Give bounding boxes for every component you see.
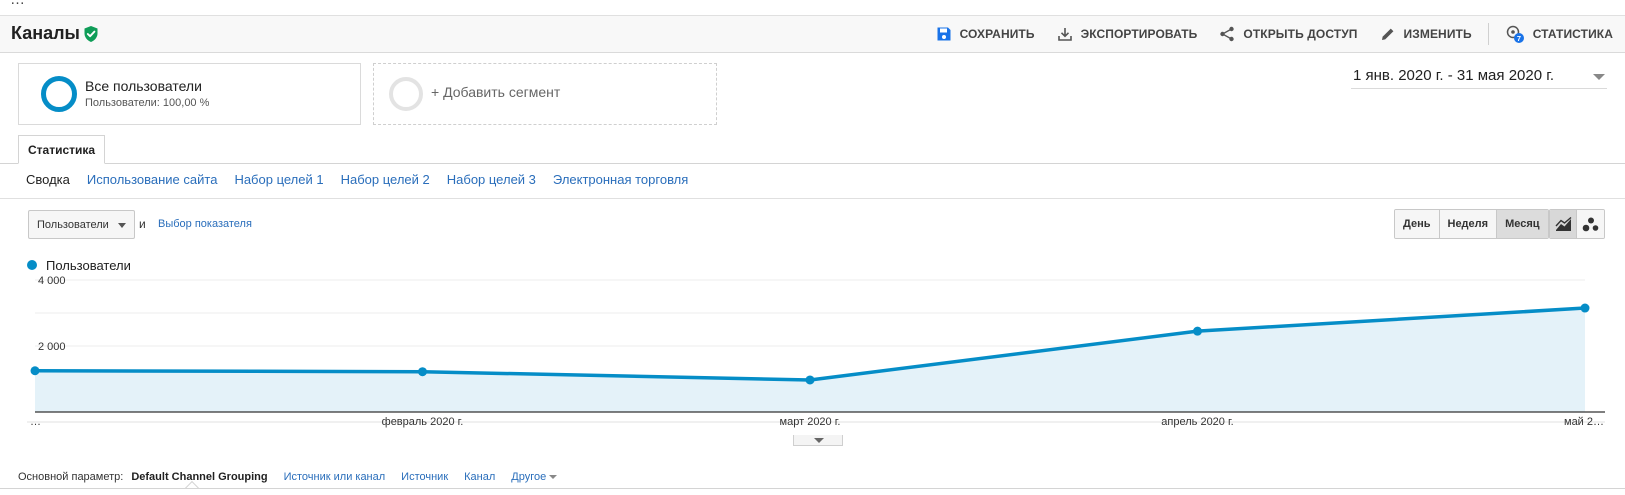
line-chart-icon xyxy=(1554,216,1571,231)
subnav-goal-set-1[interactable]: Набор целей 1 xyxy=(234,172,323,192)
verified-shield-icon xyxy=(84,26,98,42)
y-tick-label: 4 000 xyxy=(38,275,66,287)
insights-icon: 7 xyxy=(1506,25,1524,43)
period-toggle: День Неделя Месяц xyxy=(1394,209,1549,239)
insights-button[interactable]: 7 СТАТИСТИКА xyxy=(1505,24,1613,44)
x-tick-label: февраль 2020 г. xyxy=(382,416,464,428)
subnav-goal-set-3[interactable]: Набор целей 3 xyxy=(447,172,536,192)
subnav-ecommerce[interactable]: Электронная торговля xyxy=(553,172,688,192)
data-point[interactable] xyxy=(30,366,40,376)
segment-name: Все пользователи xyxy=(85,78,202,94)
period-month-button[interactable]: Месяц xyxy=(1497,210,1548,238)
x-tick-label: апрель 2020 г. xyxy=(1161,416,1233,428)
save-button[interactable]: СОХРАНИТЬ xyxy=(936,26,1035,42)
report-subnav: Сводка Использование сайта Набор целей 1… xyxy=(26,172,705,192)
dimension-other-dropdown[interactable]: Другое xyxy=(511,471,558,483)
empty-segment-ring-icon xyxy=(389,77,423,111)
motion-chart-icon xyxy=(1582,217,1599,231)
x-tick-label: … xyxy=(30,416,41,428)
header-actions: СОХРАНИТЬ ЭКСПОРТИРОВАТЬ ОТКРЫТЬ ДОСТУП … xyxy=(914,16,1613,52)
chevron-down-icon xyxy=(1593,74,1605,80)
save-icon xyxy=(937,27,951,41)
primary-dimension-bar: Основной параметр: Default Channel Group… xyxy=(18,468,573,486)
subnav-divider xyxy=(0,198,1625,199)
chevron-down-icon xyxy=(549,475,558,480)
dimension-medium[interactable]: Канал xyxy=(464,471,495,483)
add-segment-button[interactable]: + Добавить сегмент xyxy=(373,63,717,125)
metric-dropdown[interactable]: Пользователи xyxy=(28,210,135,239)
share-button[interactable]: ОТКРЫТЬ ДОСТУП xyxy=(1219,26,1357,42)
users-line-chart: 2 000 4 000 … февраль 2020 г. март 2020 г. ап… xyxy=(27,275,1605,428)
tab-statistics[interactable]: Статистика xyxy=(18,135,106,164)
date-range-picker[interactable]: 1 янв. 2020 г. - 31 мая 2020 г. xyxy=(1351,65,1607,89)
dimension-current: Default Channel Grouping xyxy=(131,471,268,483)
data-point[interactable] xyxy=(1193,326,1202,336)
share-icon xyxy=(1220,26,1235,42)
chart-resize-handle[interactable] xyxy=(793,435,843,446)
chevron-down-icon xyxy=(814,438,824,443)
pick-metric-link[interactable]: Выбор показателя xyxy=(158,218,252,230)
x-tick-label: март 2020 г. xyxy=(780,416,841,428)
and-label: и xyxy=(139,217,146,231)
dimension-source-medium[interactable]: Источник или канал xyxy=(284,471,386,483)
subnav-goal-set-2[interactable]: Набор целей 2 xyxy=(341,172,430,192)
actions-divider xyxy=(1487,23,1489,45)
data-point[interactable] xyxy=(805,375,815,385)
edit-button[interactable]: ИЗМЕНИТЬ xyxy=(1380,26,1472,42)
chart-view-toggle xyxy=(1549,209,1605,239)
data-point[interactable] xyxy=(1580,303,1590,313)
line-chart-button[interactable] xyxy=(1550,210,1577,238)
chevron-down-icon xyxy=(118,223,126,228)
segment-share: Пользователи: 100,00 % xyxy=(85,97,210,109)
data-point[interactable] xyxy=(418,367,427,377)
primary-dimension-label: Основной параметр: xyxy=(18,471,124,483)
subnav-summary[interactable]: Сводка xyxy=(26,172,70,192)
page-title: Каналы xyxy=(11,23,80,43)
insights-badge: 7 xyxy=(1517,34,1521,43)
date-range-label: 1 янв. 2020 г. - 31 мая 2020 г. xyxy=(1353,67,1555,84)
motion-chart-button[interactable] xyxy=(1577,210,1604,238)
download-icon xyxy=(1057,28,1072,41)
dimension-divider xyxy=(0,488,1625,489)
add-segment-label: + Добавить сегмент xyxy=(431,84,561,100)
tab-bar-line xyxy=(0,163,1625,164)
top-strip: … xyxy=(0,0,1625,16)
dimension-source[interactable]: Источник xyxy=(401,471,448,483)
subnav-site-usage[interactable]: Использование сайта xyxy=(87,172,218,192)
export-button[interactable]: ЭКСПОРТИРОВАТЬ xyxy=(1057,26,1198,42)
legend-dot xyxy=(27,260,37,270)
period-day-button[interactable]: День xyxy=(1395,210,1440,238)
x-tick-label: май 2… xyxy=(1564,416,1604,428)
segment-ring-icon xyxy=(41,76,77,112)
report-header: Каналы СОХРАНИТЬ ЭКСПОРТИРОВАТЬ ОТКРЫТЬ … xyxy=(0,16,1625,53)
y-tick-label: 2 000 xyxy=(38,341,66,353)
pencil-icon xyxy=(1381,28,1393,40)
segment-card-all-users[interactable]: Все пользователи Пользователи: 100,00 % xyxy=(18,63,361,125)
period-week-button[interactable]: Неделя xyxy=(1439,210,1498,238)
